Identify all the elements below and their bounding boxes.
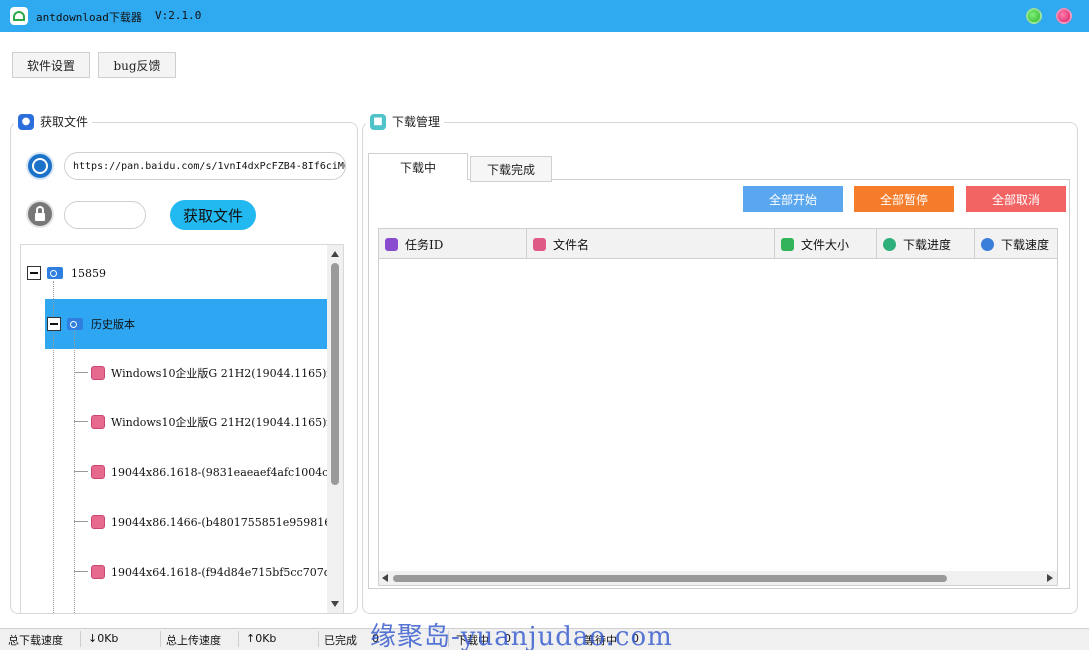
- search-icon: ●: [18, 113, 34, 130]
- lock-icon: [26, 200, 54, 228]
- collapse-icon[interactable]: [27, 266, 41, 280]
- file-icon: [533, 237, 546, 251]
- scroll-thumb[interactable]: [331, 263, 339, 485]
- speed-icon: [981, 237, 994, 251]
- column-progress[interactable]: 下载进度: [877, 229, 975, 259]
- tree-node-file[interactable]: Windows10企业版G 21H2(19044.1165)x: [91, 363, 333, 383]
- completed-label: 已完成: [324, 634, 357, 647]
- fetch-file-button[interactable]: 获取文件: [170, 200, 256, 230]
- column-speed[interactable]: 下载速度: [975, 229, 1057, 259]
- file-icon: [91, 415, 105, 429]
- minimize-button[interactable]: [1026, 8, 1042, 24]
- tab-downloading[interactable]: 下载中: [368, 153, 468, 180]
- download-manager-group-title: ■ 下载管理: [366, 113, 445, 130]
- tree-node-root[interactable]: 15859: [27, 263, 106, 283]
- file-icon: [91, 366, 105, 380]
- title-bar: antdownload下载器 V:2.1.0: [0, 0, 1089, 32]
- folder-icon: [67, 318, 83, 330]
- scroll-left-icon[interactable]: [382, 574, 388, 582]
- column-file-size[interactable]: 文件大小: [775, 229, 877, 259]
- edit-icon: [385, 237, 398, 251]
- file-icon: [91, 465, 105, 479]
- pause-all-button[interactable]: 全部暂停: [854, 186, 954, 212]
- collapse-icon[interactable]: [47, 317, 61, 331]
- tree-node-file[interactable]: 19044x64.1618-(f94d84e715bf5cc707d: [91, 562, 331, 582]
- clipboard-icon: ■: [370, 113, 386, 130]
- bug-report-button[interactable]: bug反馈: [98, 52, 176, 78]
- table-header: 任务ID 文件名 文件大小 下载进度 下载速度: [379, 229, 1057, 259]
- tree-node-folder[interactable]: 历史版本: [47, 314, 135, 334]
- download-speed-label: 总下载速度: [8, 634, 63, 647]
- download-task-table[interactable]: 任务ID 文件名 文件大小 下载进度 下载速度: [378, 228, 1058, 586]
- tree-node-file[interactable]: 19044x86.1618-(9831eaeaef4afc1004c: [91, 462, 328, 482]
- close-button[interactable]: [1056, 8, 1072, 24]
- column-task-id[interactable]: 任务ID: [379, 229, 527, 259]
- scroll-down-icon[interactable]: [331, 601, 339, 607]
- extract-code-input[interactable]: [64, 201, 146, 229]
- watermark: 缘聚岛-yuanjudao.com: [370, 622, 673, 650]
- scroll-right-icon[interactable]: [1047, 574, 1053, 582]
- start-all-button[interactable]: 全部开始: [743, 186, 843, 212]
- size-icon: [781, 237, 794, 251]
- globe-icon: [26, 152, 54, 180]
- upload-speed-value: ↑0Kb: [246, 632, 277, 645]
- tree-vertical-scrollbar[interactable]: [327, 245, 343, 613]
- file-tree[interactable]: 15859 历史版本 Windows10企业版G 21H2(19044.1165…: [20, 244, 344, 614]
- column-file-name[interactable]: 文件名: [527, 229, 775, 259]
- scroll-thumb[interactable]: [393, 575, 947, 582]
- file-icon: [91, 515, 105, 529]
- tab-completed[interactable]: 下载完成: [470, 156, 552, 182]
- check-icon: [883, 237, 896, 251]
- fetch-file-group-title: ● 获取文件: [14, 113, 93, 130]
- scroll-up-icon[interactable]: [331, 251, 339, 257]
- table-horizontal-scrollbar[interactable]: [379, 571, 1057, 585]
- tree-node-file[interactable]: Windows10企业版G 21H2(19044.1165)x: [91, 412, 333, 432]
- window-title: antdownload下载器: [36, 11, 142, 24]
- file-icon: [91, 565, 105, 579]
- upload-speed-label: 总上传速度: [166, 634, 221, 647]
- app-logo-icon: [10, 7, 28, 25]
- cancel-all-button[interactable]: 全部取消: [966, 186, 1066, 212]
- share-url-input[interactable]: https://pan.baidu.com/s/1vnI4dxPcFZB4-8I…: [64, 152, 346, 180]
- settings-button[interactable]: 软件设置: [12, 52, 90, 78]
- cloud-folder-icon: [47, 267, 63, 279]
- tree-node-file[interactable]: 19044x86.1466-(b4801755851e9598166: [91, 512, 338, 532]
- download-speed-value: ↓0Kb: [88, 632, 119, 645]
- app-version: V:2.1.0: [155, 9, 202, 22]
